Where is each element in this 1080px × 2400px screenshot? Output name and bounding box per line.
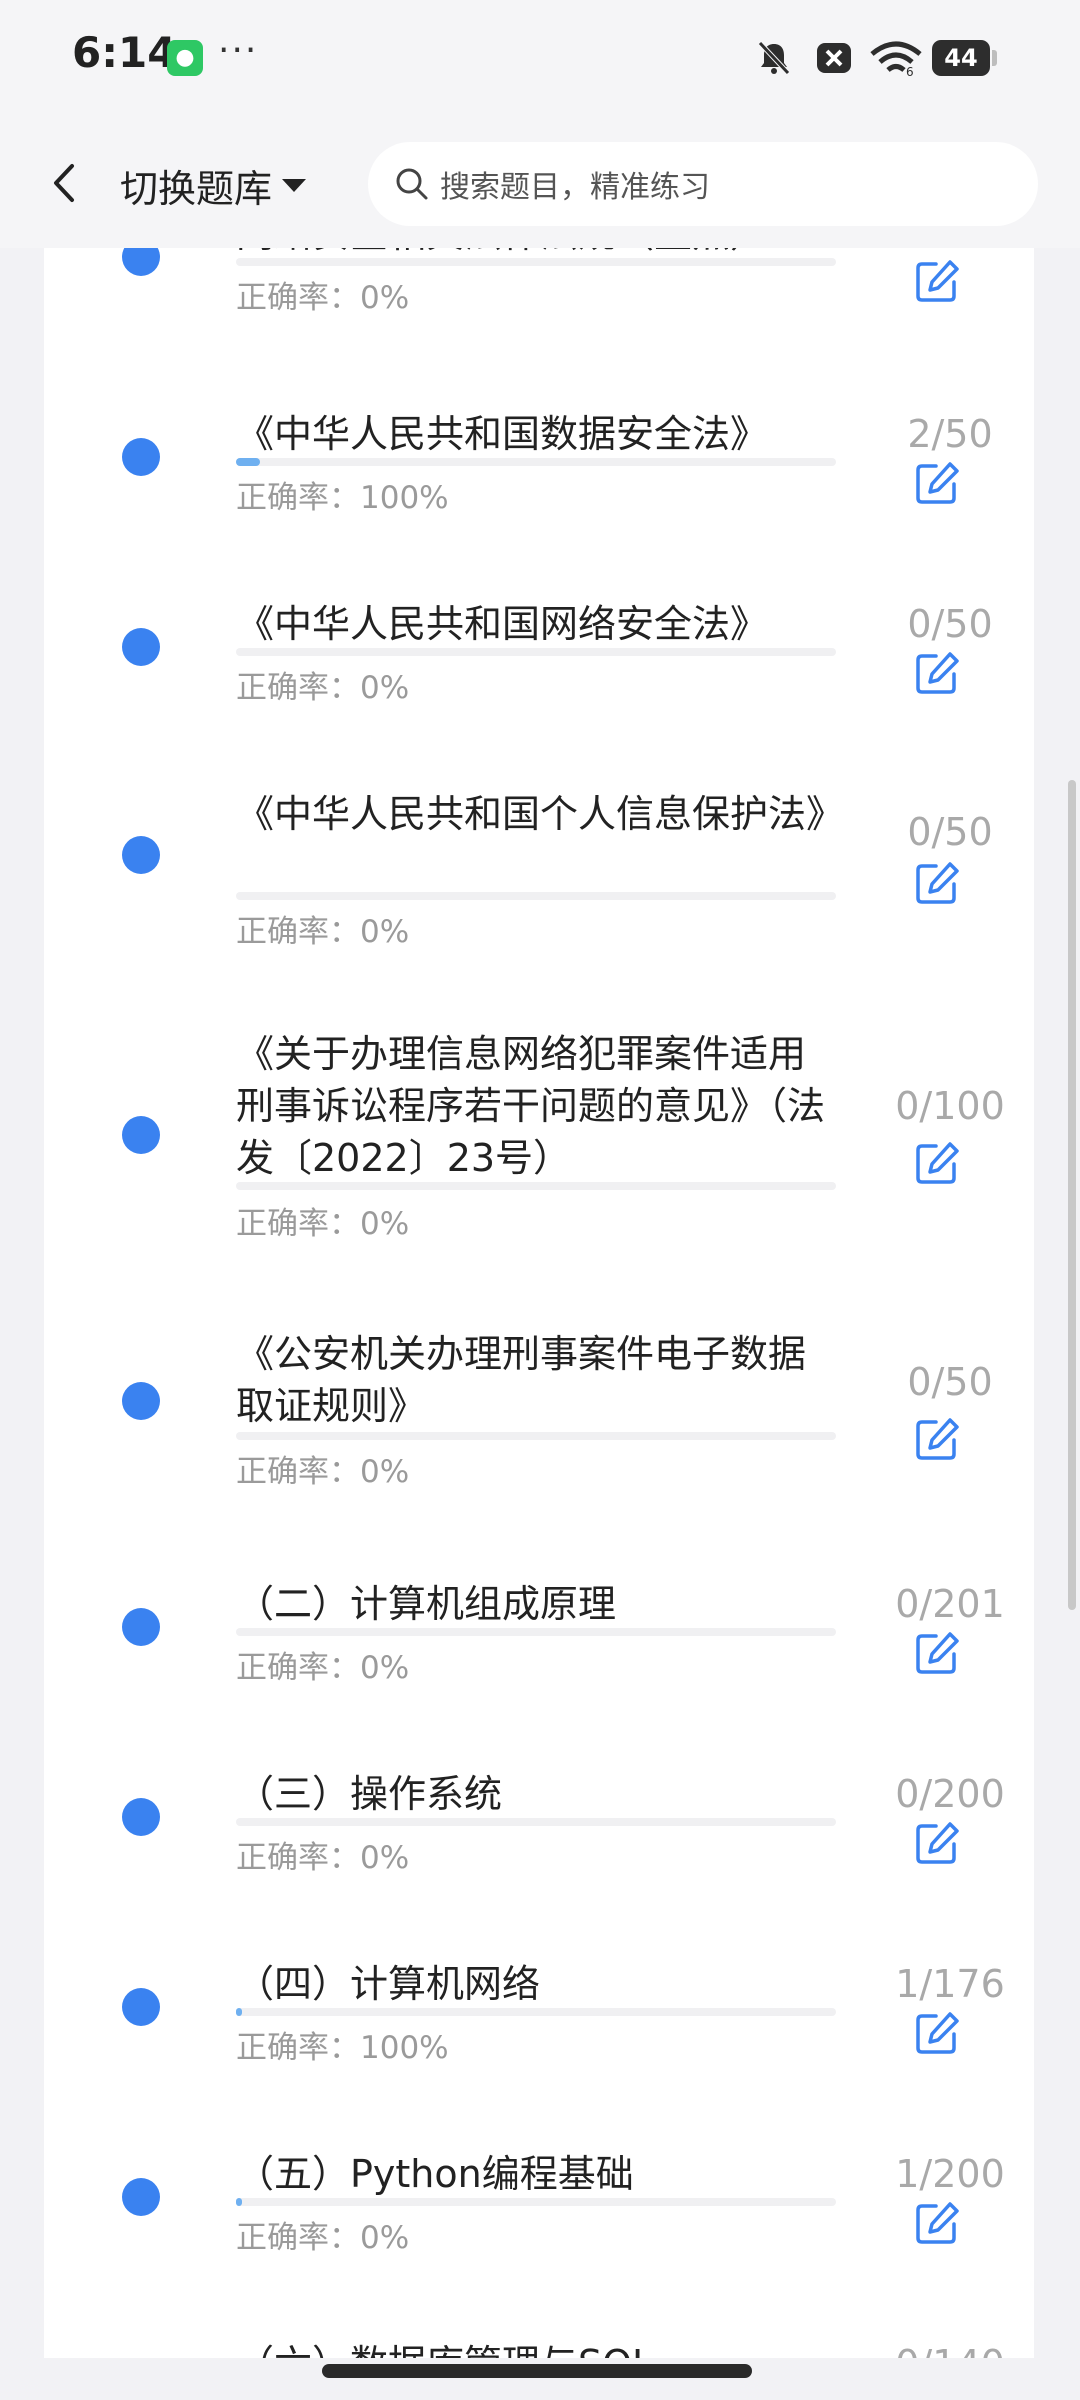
chapter-title: （二）计算机组成原理 bbox=[236, 1582, 617, 1626]
progress-bar bbox=[236, 458, 836, 466]
accuracy-rate: 正确率：0% bbox=[236, 1454, 410, 1490]
accuracy-rate: 正确率：0% bbox=[236, 670, 410, 706]
chapter-bullet bbox=[122, 1608, 160, 1646]
practice-edit-icon[interactable] bbox=[914, 860, 960, 906]
chapter-title: 《公安机关办理刑事案件电子数据取证规则》 bbox=[236, 1332, 807, 1428]
practice-edit-icon[interactable] bbox=[914, 1820, 960, 1866]
question-count: 1/200 bbox=[895, 2152, 1005, 2196]
chapter-bullet bbox=[122, 836, 160, 874]
practice-edit-icon[interactable] bbox=[914, 1630, 960, 1676]
accuracy-rate: 正确率：0% bbox=[236, 1650, 410, 1686]
mute-bell-icon bbox=[758, 41, 790, 75]
progress-bar bbox=[236, 2198, 836, 2206]
progress-bar bbox=[236, 1628, 836, 1636]
status-bar: 6:14 ● ··· 6 44 bbox=[0, 0, 1080, 120]
chapter-title: （六）数据库管理与SQL bbox=[236, 2338, 836, 2358]
question-count: 0/50 bbox=[907, 1360, 993, 1404]
question-count: 0/201 bbox=[895, 1582, 1005, 1626]
practice-edit-icon[interactable] bbox=[914, 258, 960, 304]
progress-bar bbox=[236, 1182, 836, 1190]
header-bar: 切换题库 搜索题目，精准练习 bbox=[0, 120, 1080, 248]
practice-edit-icon[interactable] bbox=[914, 1416, 960, 1462]
accuracy-rate: 正确率：0% bbox=[236, 1840, 410, 1876]
progress-fill bbox=[236, 458, 260, 466]
no-sim-icon bbox=[817, 43, 851, 73]
chapter-title: （四）计算机网络 bbox=[236, 1962, 541, 2006]
accuracy-rate: 正确率：0% bbox=[236, 2220, 410, 2256]
progress-bar bbox=[236, 1818, 836, 1826]
question-count: 0/140 bbox=[870, 2342, 1030, 2358]
chapter-bullet bbox=[122, 2178, 160, 2216]
more-notifications-icon: ··· bbox=[218, 30, 259, 71]
caret-down-icon bbox=[282, 179, 307, 192]
search-input[interactable]: 搜索题目，精准练习 bbox=[368, 142, 1038, 226]
chapter-bullet bbox=[122, 1382, 160, 1420]
chapter-bullet bbox=[122, 1798, 160, 1836]
accuracy-rate: 正确率：0% bbox=[236, 914, 410, 950]
progress-fill bbox=[236, 2008, 242, 2016]
wechat-notification-icon: ● bbox=[167, 40, 203, 76]
accuracy-rate: 正确率：0% bbox=[236, 1206, 410, 1242]
accuracy-rate: 正确率：0% bbox=[236, 280, 410, 316]
search-icon bbox=[396, 168, 428, 200]
question-count: 0/200 bbox=[895, 1772, 1005, 1816]
question-count: 0/50 bbox=[907, 602, 993, 646]
switch-question-bank-button[interactable]: 切换题库 bbox=[120, 158, 307, 213]
question-count: 2/50 bbox=[907, 412, 993, 456]
scrollbar[interactable] bbox=[1068, 780, 1076, 1610]
home-indicator[interactable] bbox=[322, 2364, 752, 2378]
question-count: 0/50 bbox=[907, 810, 993, 854]
back-arrow-icon[interactable] bbox=[40, 158, 90, 208]
chapter-bullet bbox=[122, 248, 160, 276]
battery-tip bbox=[992, 50, 997, 66]
battery-level: 44 bbox=[932, 40, 990, 76]
progress-bar bbox=[236, 1432, 836, 1440]
chapter-bullet bbox=[122, 1116, 160, 1154]
question-count: 0/100 bbox=[895, 1084, 1005, 1128]
switch-question-bank-label: 切换题库 bbox=[120, 167, 273, 211]
progress-fill bbox=[236, 2198, 242, 2206]
question-count: 1/176 bbox=[895, 1962, 1005, 2006]
chapter-title: （三）操作系统 bbox=[236, 1772, 503, 1816]
chapter-bullet bbox=[122, 1988, 160, 2026]
progress-bar bbox=[236, 892, 836, 900]
chapter-title: 《中华人民共和国数据安全法》 bbox=[236, 412, 769, 456]
chapter-bullet bbox=[122, 438, 160, 476]
chapter-bullet bbox=[122, 628, 160, 666]
progress-bar bbox=[236, 2008, 836, 2016]
progress-bar bbox=[236, 648, 836, 656]
chapter-title: （五）Python编程基础 bbox=[236, 2152, 634, 2196]
svg-text:6: 6 bbox=[906, 65, 914, 78]
accuracy-rate: 正确率：100% bbox=[236, 2030, 449, 2066]
chapter-title: 《关于办理信息网络犯罪案件适用刑事诉讼程序若干问题的意见》（法发〔2022〕23… bbox=[236, 1032, 826, 1180]
practice-edit-icon[interactable] bbox=[914, 650, 960, 696]
practice-edit-icon[interactable] bbox=[914, 460, 960, 506]
wifi-icon: 6 bbox=[870, 41, 922, 78]
progress-bar bbox=[236, 258, 836, 266]
chapter-list: 网络安全相关法律法规（重点）正确率：0%0/100《中华人民共和国数据安全法》正… bbox=[44, 248, 1034, 2358]
search-placeholder: 搜索题目，精准练习 bbox=[440, 170, 710, 205]
accuracy-rate: 正确率：100% bbox=[236, 480, 449, 516]
chapter-title: 《中华人民共和国个人信息保护法》 bbox=[236, 792, 845, 836]
practice-edit-icon[interactable] bbox=[914, 2200, 960, 2246]
practice-edit-icon[interactable] bbox=[914, 1140, 960, 1186]
practice-edit-icon[interactable] bbox=[914, 2010, 960, 2056]
status-time: 6:14 bbox=[72, 28, 177, 77]
chapter-title: 《中华人民共和国网络安全法》 bbox=[236, 602, 769, 646]
